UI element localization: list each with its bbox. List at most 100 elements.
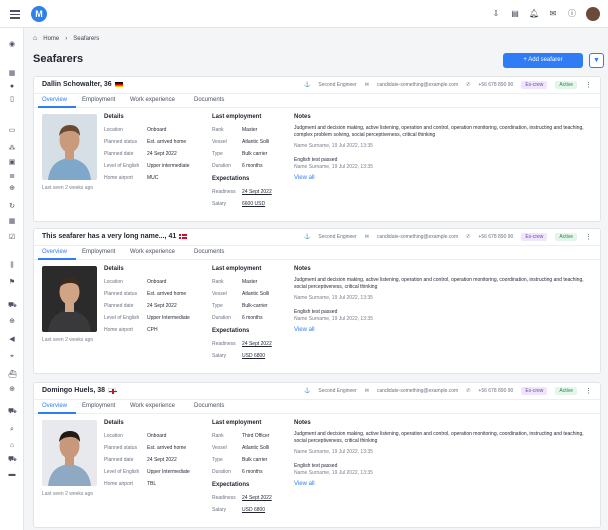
view-all-notes-link[interactable]: View all — [294, 327, 315, 333]
seafarer-name-text[interactable]: Domingo Huels, 38 — [42, 387, 105, 394]
tab-documents[interactable]: Documents — [194, 97, 224, 103]
duration-label: Duration — [212, 469, 231, 475]
dashboard-icon[interactable]: ▦ — [8, 70, 16, 78]
planned-date-value: 24 Sept 2022 — [147, 151, 177, 157]
user-icon[interactable]: ● — [8, 83, 16, 91]
vessel-value: Atlantic Solli — [242, 291, 270, 297]
last-seen: Last seen 2 weeks ago — [42, 185, 94, 191]
seafarer-name-text[interactable]: Dallin Schowalter, 36 — [42, 81, 112, 88]
note-author-date: Name Surname, 19 Jul 2022, 13:35 — [294, 316, 373, 322]
group-icon[interactable]: ⁂ — [8, 145, 16, 153]
tab-documents[interactable]: Documents — [194, 403, 224, 409]
location-value: Onboard — [147, 433, 167, 439]
card-menu-icon[interactable]: ⋮ — [585, 81, 592, 89]
ship-icon[interactable]: ⛴ — [8, 371, 17, 379]
cart-alt-icon[interactable]: ⛟ — [8, 456, 17, 464]
user-avatar[interactable] — [586, 7, 600, 21]
tab-overview[interactable]: Overview — [42, 403, 67, 409]
seafarer-name[interactable]: Domingo Huels, 38 — [42, 387, 118, 394]
rank-icon: ⚓ — [304, 82, 311, 88]
card-tabs: Overview Employment Work experience Documen… — [34, 246, 600, 260]
note-text: Judgment and decision making, active lis… — [294, 431, 584, 444]
card-menu-icon[interactable]: ⋮ — [585, 387, 592, 395]
list-icon[interactable]: ≣ — [8, 173, 16, 181]
shopping-cart-icon[interactable]: ⛟ — [8, 408, 17, 416]
view-all-notes-link[interactable]: View all — [294, 175, 315, 181]
phone-text[interactable]: +56 678 890 90 — [478, 388, 513, 394]
phone-text[interactable]: +56 678 890 90 — [478, 82, 513, 88]
library-icon[interactable]: ⫼ — [8, 262, 16, 270]
view-all-notes-link[interactable]: View all — [294, 481, 315, 487]
tab-work-experience[interactable]: Work experience — [130, 403, 175, 409]
globe-icon[interactable]: ⊕ — [8, 185, 16, 193]
home-icon[interactable]: ⌂ — [8, 442, 16, 450]
briefcase-icon[interactable]: ▭ — [8, 127, 16, 135]
tab-documents[interactable]: Documents — [194, 249, 224, 255]
duration-value: 6 months — [242, 315, 263, 321]
card-tabs: Overview Employment Work experience Documen… — [34, 94, 600, 108]
note-author-date: Name Surname, 19 Jul 2022, 13:35 — [294, 164, 373, 170]
breadcrumb-home[interactable]: Home — [43, 36, 59, 42]
card-meta: ⚓ Second Engineer ✉ candidate-something@exa… — [304, 387, 592, 395]
tab-employment[interactable]: Employment — [82, 403, 115, 409]
filter-button[interactable]: ▼ — [589, 53, 604, 68]
tab-work-experience[interactable]: Work experience — [130, 249, 175, 255]
info-icon[interactable]: ⓘ — [567, 9, 577, 19]
mail-icon[interactable]: ✉ — [548, 9, 558, 19]
active-tab-indicator — [38, 258, 76, 260]
eye-icon[interactable]: ◉ — [8, 41, 16, 49]
seafarer-name[interactable]: This seafarer has a very long name..., 4… — [42, 233, 188, 240]
search-doc-icon[interactable]: ⌕ — [8, 426, 16, 434]
salary-value: 6600 USD — [242, 201, 266, 207]
clipboard-icon[interactable]: ▤ — [510, 9, 520, 19]
sync-icon[interactable]: ↻ — [8, 203, 16, 211]
id-card-icon[interactable]: ▣ — [8, 159, 16, 167]
email-text[interactable]: candidate-something@example.com — [377, 234, 458, 240]
rank-value: Master — [242, 127, 258, 133]
megaphone-icon[interactable]: ◀ — [8, 336, 16, 344]
home-icon[interactable]: ⌂ — [33, 35, 37, 42]
warehouse-icon[interactable]: ▬ — [8, 471, 16, 479]
tab-work-experience[interactable]: Work experience — [130, 97, 175, 103]
location-pin-icon[interactable]: ⌖ — [8, 353, 16, 361]
checklist-icon[interactable]: ☑ — [8, 234, 16, 242]
menu-icon[interactable] — [10, 10, 20, 19]
note-author-date: Name Surname, 19 Jul 2022, 13:35 — [294, 449, 373, 455]
phone-text[interactable]: +56 678 890 90 — [478, 234, 513, 240]
tab-overview[interactable]: Overview — [42, 97, 67, 103]
seafarer-photo — [42, 114, 97, 180]
planned-status-value: Est. arrived home — [147, 445, 187, 451]
note-author-date: Name Surname, 19 Jul 2022, 13:35 — [294, 295, 373, 301]
bell-icon[interactable]: 🔔︎ — [529, 9, 539, 19]
email-text[interactable]: candidate-something@example.com — [377, 388, 458, 394]
add-seafarer-button[interactable]: + Add seafarer — [503, 53, 583, 68]
seafarer-name-text[interactable]: This seafarer has a very long name..., 4… — [42, 233, 176, 240]
tab-employment[interactable]: Employment — [82, 249, 115, 255]
salary-value: USD 6800 — [242, 353, 266, 359]
readiness-value: 24 Sept 2022 — [242, 341, 272, 347]
seafarer-name[interactable]: Dallin Schowalter, 36 — [42, 81, 123, 88]
flag-icon[interactable]: ⚑ — [8, 279, 16, 287]
active-tab-indicator — [38, 106, 76, 108]
tab-employment[interactable]: Employment — [82, 97, 115, 103]
expectations-heading: Expectations — [212, 482, 250, 488]
email-text[interactable]: candidate-something@example.com — [377, 82, 458, 88]
cart-icon[interactable]: ⛟ — [8, 302, 17, 310]
home-airport-label: Home airport — [104, 481, 133, 487]
planned-status-value: Est. arrived home — [147, 139, 187, 145]
add-circle-icon[interactable]: ⊕ — [8, 386, 16, 394]
details-heading: Details — [104, 420, 124, 426]
rank-value: Third Officer — [242, 433, 270, 439]
type-value: Bulk-carrier — [242, 303, 268, 309]
english-level-label: Level of English — [104, 315, 140, 321]
app-logo[interactable]: M — [31, 6, 47, 22]
location-value: Onboard — [147, 127, 167, 133]
document-icon[interactable]: ▯ — [8, 96, 16, 104]
readiness-label: Readiness — [212, 189, 236, 195]
download-icon[interactable]: ⇩ — [491, 9, 501, 19]
card-menu-icon[interactable]: ⋮ — [585, 233, 592, 241]
readiness-value: 24 Sept 2022 — [242, 189, 272, 195]
calendar-icon[interactable]: ▦ — [8, 218, 16, 226]
world-icon[interactable]: ⊕ — [8, 318, 16, 326]
tab-overview[interactable]: Overview — [42, 249, 67, 255]
